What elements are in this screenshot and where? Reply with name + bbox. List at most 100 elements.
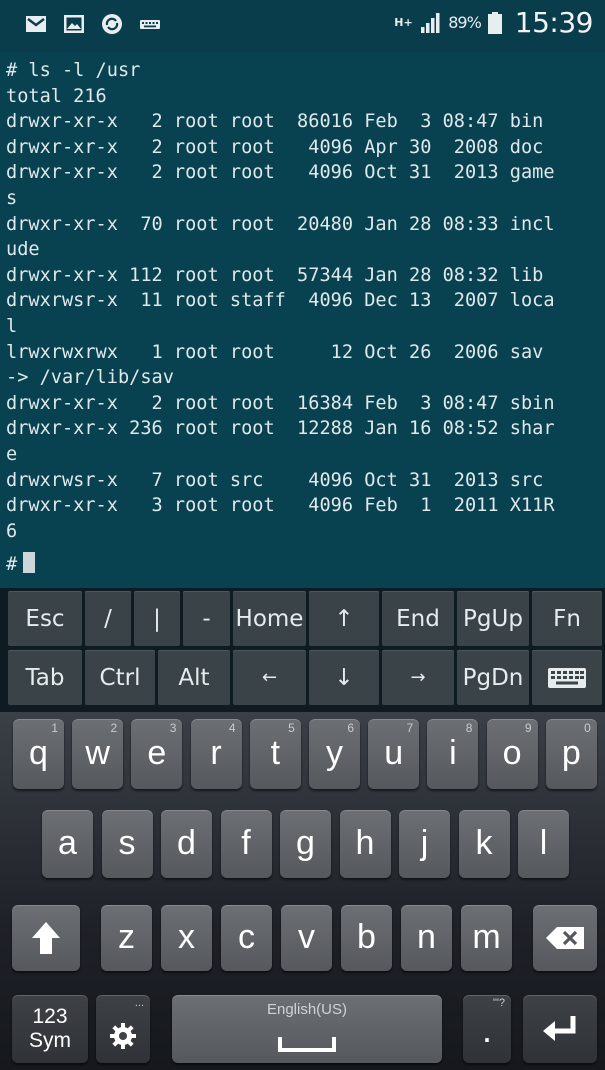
- battery-icon: [487, 11, 503, 35]
- key-l[interactable]: l: [518, 810, 569, 878]
- period-key[interactable]: '"? .: [463, 995, 511, 1063]
- key-u[interactable]: 7u: [368, 719, 420, 789]
- key-h[interactable]: h: [339, 810, 391, 878]
- key-l-label: l: [539, 824, 548, 862]
- key-f[interactable]: f: [220, 810, 272, 878]
- key-t-label: t: [270, 734, 281, 772]
- key-z[interactable]: z: [101, 905, 152, 971]
- extra-keys-bar: Esc / | - Home ↑ End PgUp Fn Tab Ctrl Al…: [0, 588, 605, 712]
- right-arrow-key-label: →: [410, 667, 426, 688]
- home-key[interactable]: Home: [233, 591, 306, 646]
- key-g[interactable]: g: [280, 810, 331, 878]
- key-y[interactable]: 6y: [309, 719, 360, 789]
- key-i[interactable]: 8i: [427, 719, 479, 789]
- key-n[interactable]: n: [401, 905, 452, 971]
- key-b[interactable]: b: [341, 905, 392, 971]
- pgdn-key[interactable]: PgDn: [457, 650, 529, 705]
- key-o-label: o: [502, 734, 522, 772]
- end-key[interactable]: End: [382, 591, 454, 646]
- terminal-line: 6: [6, 520, 18, 542]
- key-y-label: y: [326, 734, 343, 772]
- key-v-label: v: [298, 918, 315, 956]
- terminal-line: drwxrwsr-x 7 root src 4096 Oct 31 2013 s…: [6, 469, 544, 491]
- key-u-label: u: [384, 734, 404, 772]
- key-j[interactable]: j: [399, 810, 450, 878]
- soft-keyboard: 1q2w3e4r5t6y7u8i9o0p asdfghjkl zxcvbnm 1…: [0, 712, 605, 1070]
- terminal-line: s: [6, 187, 18, 209]
- up-arrow-key[interactable]: ↑: [309, 591, 379, 646]
- left-arrow-key[interactable]: ←: [233, 650, 306, 705]
- alt-key[interactable]: Alt: [158, 650, 230, 705]
- key-x[interactable]: x: [161, 905, 212, 971]
- sync-icon: [100, 12, 124, 36]
- key-t[interactable]: 5t: [249, 719, 301, 789]
- key-o[interactable]: 9o: [486, 719, 538, 789]
- fn-key[interactable]: Fn: [532, 591, 602, 646]
- terminal-line: # ls -l /usr: [6, 60, 141, 81]
- terminal-prompt-line[interactable]: #: [6, 552, 555, 578]
- key-e-number: 3: [169, 721, 177, 735]
- terminal-line: drwxr-xr-x 70 root root 20480 Jan 28 08:…: [6, 213, 555, 235]
- key-a[interactable]: a: [42, 810, 93, 878]
- key-s[interactable]: s: [101, 810, 153, 878]
- terminal-line: drwxr-xr-x 2 root root 86016 Feb 3 08:47…: [6, 111, 544, 133]
- enter-key[interactable]: [523, 995, 597, 1063]
- down-arrow-key-label: ↓: [334, 664, 354, 691]
- alt-key-label: Alt: [178, 664, 210, 691]
- dash-key[interactable]: -: [183, 591, 230, 646]
- shift-key[interactable]: [12, 905, 80, 971]
- space-key-language: English(US): [266, 1001, 348, 1018]
- right-arrow-key[interactable]: →: [382, 650, 454, 705]
- pgup-key[interactable]: PgUp: [457, 591, 529, 646]
- key-p[interactable]: 0p: [545, 719, 597, 789]
- status-bar: H+ 89% 15:39: [0, 0, 605, 52]
- key-r-label: r: [210, 734, 222, 772]
- dash-key-label: -: [202, 605, 211, 632]
- key-r[interactable]: 4r: [190, 719, 242, 789]
- terminal-line: e: [6, 443, 18, 465]
- keyboard-toggle-key[interactable]: [532, 650, 602, 705]
- key-w-label: w: [85, 734, 110, 772]
- key-p-label: p: [561, 734, 581, 772]
- network-type-label: H+: [394, 16, 413, 29]
- key-c[interactable]: c: [221, 905, 272, 971]
- terminal-cursor: [23, 552, 36, 574]
- home-key-label: Home: [235, 605, 304, 632]
- ctrl-key[interactable]: Ctrl: [85, 650, 155, 705]
- esc-key-label: Esc: [25, 605, 65, 632]
- settings-key[interactable]: ...: [96, 995, 150, 1063]
- key-n-label: n: [417, 918, 436, 956]
- key-k[interactable]: k: [458, 810, 510, 878]
- left-arrow-key-label: ←: [261, 667, 278, 688]
- esc-key[interactable]: Esc: [8, 591, 82, 646]
- key-m[interactable]: m: [461, 905, 512, 971]
- tab-key[interactable]: Tab: [8, 650, 82, 705]
- fn-key-label: Fn: [553, 605, 581, 632]
- backspace-key[interactable]: [533, 905, 597, 971]
- key-q-number: 1: [51, 721, 58, 735]
- down-arrow-key[interactable]: ↓: [309, 650, 379, 705]
- symbols-key[interactable]: 123 Sym: [12, 995, 88, 1063]
- key-q[interactable]: 1q: [13, 719, 64, 789]
- key-y-number: 6: [347, 721, 354, 735]
- terminal-output[interactable]: # ls -l /usr total 216 drwxr-xr-x 2 root r…: [0, 52, 605, 588]
- key-i-label: i: [449, 734, 457, 772]
- key-b-label: b: [357, 918, 376, 956]
- key-g-label: g: [296, 824, 315, 862]
- space-key[interactable]: English(US): [172, 995, 442, 1063]
- key-d[interactable]: d: [161, 810, 212, 878]
- terminal-line: drwxr-xr-x 236 root root 12288 Jan 16 08…: [6, 418, 555, 440]
- slash-key[interactable]: /: [85, 591, 131, 646]
- key-q-label: q: [29, 734, 48, 772]
- key-x-label: x: [178, 918, 195, 956]
- settings-icon: [110, 1023, 136, 1049]
- key-v[interactable]: v: [281, 905, 332, 971]
- key-e[interactable]: 3e: [131, 719, 183, 789]
- keyboard-icon: [138, 12, 162, 36]
- terminal-line: drwxr-xr-x 112 root root 57344 Jan 28 08…: [6, 264, 544, 286]
- pgup-key-label: PgUp: [463, 605, 523, 632]
- symbols-key-label-bottom: Sym: [29, 1029, 71, 1052]
- pipe-key[interactable]: |: [134, 591, 180, 646]
- key-a-label: a: [58, 824, 77, 862]
- key-w[interactable]: 2w: [72, 719, 124, 789]
